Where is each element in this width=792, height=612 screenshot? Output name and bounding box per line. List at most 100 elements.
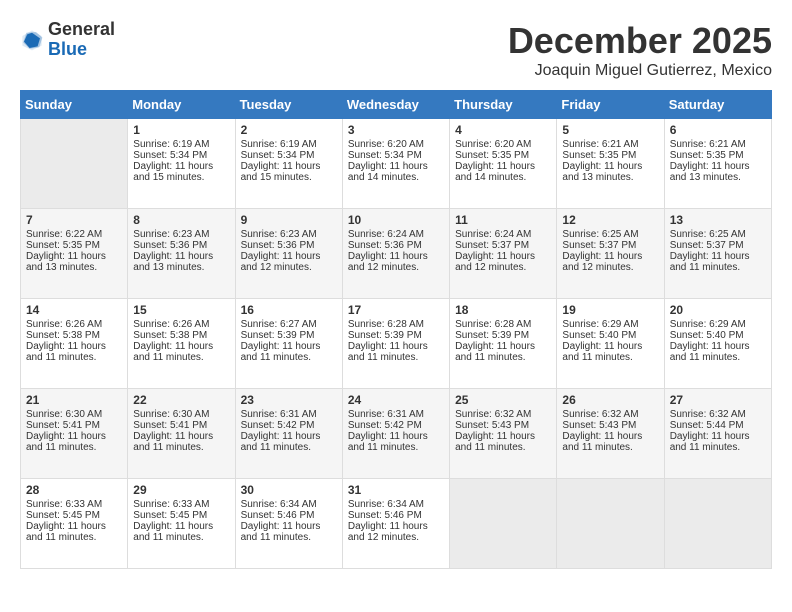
day-number: 24 <box>348 393 444 407</box>
day-number: 21 <box>26 393 122 407</box>
daylight-text: Daylight: 11 hours and 11 minutes. <box>241 431 337 453</box>
daylight-text: Daylight: 11 hours and 12 minutes. <box>562 251 658 273</box>
day-number: 26 <box>562 393 658 407</box>
daylight-text: Daylight: 11 hours and 11 minutes. <box>562 431 658 453</box>
day-number: 7 <box>26 213 122 227</box>
sunrise-text: Sunrise: 6:23 AM <box>241 229 337 240</box>
day-number: 23 <box>241 393 337 407</box>
sunset-text: Sunset: 5:40 PM <box>670 330 766 341</box>
title-area: December 2025 Joaquin Miguel Gutierrez, … <box>508 20 772 80</box>
sunset-text: Sunset: 5:39 PM <box>241 330 337 341</box>
day-number: 14 <box>26 303 122 317</box>
daylight-text: Daylight: 11 hours and 11 minutes. <box>133 341 229 363</box>
day-number: 2 <box>241 123 337 137</box>
sunset-text: Sunset: 5:40 PM <box>562 330 658 341</box>
header-tuesday: Tuesday <box>235 91 342 119</box>
daylight-text: Daylight: 11 hours and 11 minutes. <box>670 341 766 363</box>
week-row-1: 1Sunrise: 6:19 AMSunset: 5:34 PMDaylight… <box>21 119 772 209</box>
day-number: 31 <box>348 483 444 497</box>
calendar-cell: 13Sunrise: 6:25 AMSunset: 5:37 PMDayligh… <box>664 209 771 299</box>
calendar-cell: 25Sunrise: 6:32 AMSunset: 5:43 PMDayligh… <box>450 389 557 479</box>
daylight-text: Daylight: 11 hours and 12 minutes. <box>241 251 337 273</box>
sunrise-text: Sunrise: 6:31 AM <box>241 409 337 420</box>
sunrise-text: Sunrise: 6:32 AM <box>455 409 551 420</box>
daylight-text: Daylight: 11 hours and 12 minutes. <box>348 521 444 543</box>
day-number: 1 <box>133 123 229 137</box>
logo-icon <box>20 28 44 52</box>
daylight-text: Daylight: 11 hours and 11 minutes. <box>670 431 766 453</box>
day-number: 29 <box>133 483 229 497</box>
day-number: 25 <box>455 393 551 407</box>
logo-general: General <box>48 19 115 39</box>
calendar-cell: 8Sunrise: 6:23 AMSunset: 5:36 PMDaylight… <box>128 209 235 299</box>
daylight-text: Daylight: 11 hours and 13 minutes. <box>26 251 122 273</box>
daylight-text: Daylight: 11 hours and 13 minutes. <box>133 251 229 273</box>
sunrise-text: Sunrise: 6:21 AM <box>670 139 766 150</box>
calendar-cell: 18Sunrise: 6:28 AMSunset: 5:39 PMDayligh… <box>450 299 557 389</box>
header-saturday: Saturday <box>664 91 771 119</box>
sunrise-text: Sunrise: 6:22 AM <box>26 229 122 240</box>
sunrise-text: Sunrise: 6:20 AM <box>455 139 551 150</box>
sunset-text: Sunset: 5:35 PM <box>455 150 551 161</box>
calendar-cell: 30Sunrise: 6:34 AMSunset: 5:46 PMDayligh… <box>235 479 342 569</box>
sunset-text: Sunset: 5:41 PM <box>26 420 122 431</box>
sunrise-text: Sunrise: 6:29 AM <box>562 319 658 330</box>
calendar-cell <box>557 479 664 569</box>
logo-text: General Blue <box>48 20 115 60</box>
sunset-text: Sunset: 5:35 PM <box>562 150 658 161</box>
sunset-text: Sunset: 5:34 PM <box>241 150 337 161</box>
calendar-cell: 19Sunrise: 6:29 AMSunset: 5:40 PMDayligh… <box>557 299 664 389</box>
day-number: 22 <box>133 393 229 407</box>
sunset-text: Sunset: 5:45 PM <box>26 510 122 521</box>
calendar-cell: 11Sunrise: 6:24 AMSunset: 5:37 PMDayligh… <box>450 209 557 299</box>
calendar-table: SundayMondayTuesdayWednesdayThursdayFrid… <box>20 90 772 569</box>
sunrise-text: Sunrise: 6:34 AM <box>348 499 444 510</box>
calendar-cell: 27Sunrise: 6:32 AMSunset: 5:44 PMDayligh… <box>664 389 771 479</box>
sunset-text: Sunset: 5:36 PM <box>348 240 444 251</box>
calendar-cell: 5Sunrise: 6:21 AMSunset: 5:35 PMDaylight… <box>557 119 664 209</box>
day-number: 17 <box>348 303 444 317</box>
sunset-text: Sunset: 5:34 PM <box>348 150 444 161</box>
daylight-text: Daylight: 11 hours and 12 minutes. <box>455 251 551 273</box>
sunset-text: Sunset: 5:37 PM <box>670 240 766 251</box>
week-row-4: 21 Sunrise: 6:30 AM Sunset: 5:41 PM Dayligh… <box>21 389 772 479</box>
sunset-text: Sunset: 5:36 PM <box>133 240 229 251</box>
daylight-text: Daylight: 11 hours and 11 minutes. <box>348 341 444 363</box>
header-thursday: Thursday <box>450 91 557 119</box>
day-number: 30 <box>241 483 337 497</box>
sunrise-text: Sunrise: 6:32 AM <box>670 409 766 420</box>
calendar-cell: 28Sunrise: 6:33 AMSunset: 5:45 PMDayligh… <box>21 479 128 569</box>
day-number: 18 <box>455 303 551 317</box>
day-number: 6 <box>670 123 766 137</box>
daylight-text: Daylight: 11 hours and 11 minutes. <box>26 341 122 363</box>
calendar-cell: 26Sunrise: 6:32 AMSunset: 5:43 PMDayligh… <box>557 389 664 479</box>
header-wednesday: Wednesday <box>342 91 449 119</box>
daylight-text: Daylight: 11 hours and 11 minutes. <box>670 251 766 273</box>
calendar-cell: 3Sunrise: 6:20 AMSunset: 5:34 PMDaylight… <box>342 119 449 209</box>
week-row-2: 7Sunrise: 6:22 AMSunset: 5:35 PMDaylight… <box>21 209 772 299</box>
day-number: 3 <box>348 123 444 137</box>
sunset-text: Sunset: 5:37 PM <box>562 240 658 251</box>
calendar-cell: 31Sunrise: 6:34 AMSunset: 5:46 PMDayligh… <box>342 479 449 569</box>
calendar-cell: 7Sunrise: 6:22 AMSunset: 5:35 PMDaylight… <box>21 209 128 299</box>
day-number: 20 <box>670 303 766 317</box>
sunset-text: Sunset: 5:35 PM <box>670 150 766 161</box>
calendar-cell: 16Sunrise: 6:27 AMSunset: 5:39 PMDayligh… <box>235 299 342 389</box>
header-sunday: Sunday <box>21 91 128 119</box>
sunrise-text: Sunrise: 6:27 AM <box>241 319 337 330</box>
calendar-cell: 2Sunrise: 6:19 AMSunset: 5:34 PMDaylight… <box>235 119 342 209</box>
sunrise-text: Sunrise: 6:34 AM <box>241 499 337 510</box>
daylight-text: Daylight: 11 hours and 15 minutes. <box>133 161 229 183</box>
daylight-text: Daylight: 11 hours and 11 minutes. <box>241 521 337 543</box>
sunset-text: Sunset: 5:44 PM <box>670 420 766 431</box>
day-number: 4 <box>455 123 551 137</box>
sunset-text: Sunset: 5:34 PM <box>133 150 229 161</box>
sunrise-text: Sunrise: 6:26 AM <box>26 319 122 330</box>
day-number: 11 <box>455 213 551 227</box>
daylight-text: Daylight: 11 hours and 11 minutes. <box>348 431 444 453</box>
sunrise-text: Sunrise: 6:25 AM <box>670 229 766 240</box>
calendar-cell <box>664 479 771 569</box>
sunset-text: Sunset: 5:43 PM <box>455 420 551 431</box>
sunrise-text: Sunrise: 6:30 AM <box>133 409 229 420</box>
sunrise-text: Sunrise: 6:20 AM <box>348 139 444 150</box>
